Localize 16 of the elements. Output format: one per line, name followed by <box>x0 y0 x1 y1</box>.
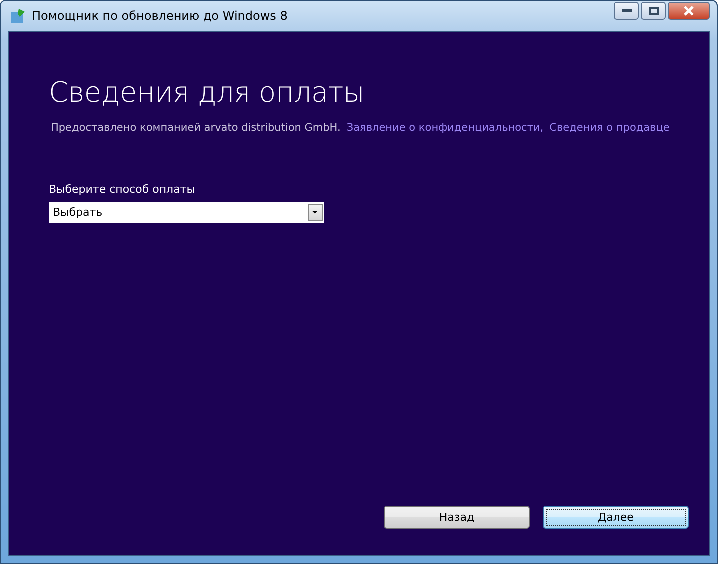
link[interactable]: Заявление о конфиденциальности, <box>346 122 544 134</box>
payment-method-dropdown[interactable]: Выбрать <box>49 202 324 223</box>
minimize-button[interactable] <box>614 2 639 20</box>
app-icon <box>10 8 26 24</box>
maximize-icon <box>648 7 658 15</box>
back-button[interactable]: Назад <box>384 506 530 529</box>
field-label: Выберите способ оплаты <box>49 183 196 196</box>
close-button[interactable] <box>668 2 710 20</box>
next-button[interactable]: Далее <box>543 506 689 529</box>
maximize-button[interactable] <box>641 2 666 20</box>
provider-text: Предоставлено компанией arvato distribution GmbH. <box>51 122 341 134</box>
page-heading: Сведения для оплаты <box>49 76 366 109</box>
link[interactable]: Сведения о продавце <box>550 122 670 134</box>
close-icon <box>683 6 695 16</box>
window-title: Помощник по обновлению до Windows 8 <box>32 9 289 23</box>
minimize-icon <box>622 9 632 13</box>
